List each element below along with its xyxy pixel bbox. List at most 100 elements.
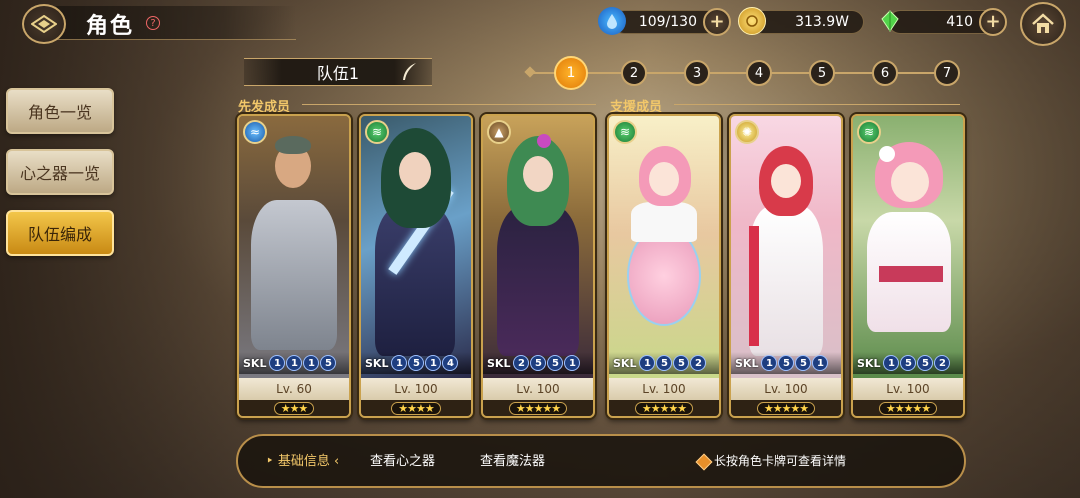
tab-team-1[interactable]: 1	[554, 56, 588, 90]
long-press-tip: 长按角色卡牌可查看详情	[714, 454, 847, 468]
section-divider-support	[674, 104, 960, 105]
section-divider-main	[302, 104, 596, 105]
skill-level: 5	[320, 355, 337, 371]
star-rating: ★★★★★	[508, 401, 568, 415]
level-label: Lv. 100	[609, 378, 719, 400]
skill-levels: SKL 1 5 1 4	[361, 352, 471, 374]
tab-team-5[interactable]: 5	[809, 60, 835, 86]
rarity-bar: ★★★★★	[483, 400, 593, 416]
earth-element-icon: ▲	[487, 120, 511, 144]
skill-level: 1	[303, 355, 320, 371]
skill-level: 1	[883, 355, 900, 371]
star-rating: ★★★★★	[756, 401, 816, 415]
character-card[interactable]: ≈ SKL 1 1 1 5 Lv. 60 ★★★	[237, 114, 351, 418]
light-element-icon: ✺	[735, 120, 759, 144]
skill-level: 2	[690, 355, 707, 371]
star-rating: ★★★	[273, 401, 315, 415]
skill-levels: SKL 1 5 5 1	[731, 352, 841, 374]
level-label: Lv. 100	[853, 378, 963, 400]
character-card[interactable]: ≋ SKL 1 5 5 2 Lv. 100 ★★★★★	[851, 114, 965, 418]
character-art	[853, 116, 963, 378]
sidebar-item-label: 心之器一览	[19, 164, 100, 183]
tab-label: 基础信息	[277, 454, 330, 469]
skill-level: 5	[778, 355, 795, 371]
skill-level: 2	[513, 355, 530, 371]
back-button[interactable]	[22, 4, 66, 44]
character-card[interactable]: ≋ SKL 1 5 5 2 Lv. 100 ★★★★★	[607, 114, 721, 418]
help-icon[interactable]: ?	[146, 16, 160, 30]
character-card[interactable]: ≋ SKL 1 5 1 4 Lv. 100 ★★★★	[359, 114, 473, 418]
skill-level: 5	[408, 355, 425, 371]
tab-team-3[interactable]: 3	[684, 60, 710, 86]
water-drop-icon	[598, 7, 626, 35]
gold-value: 313.9W	[795, 14, 849, 30]
sidebar-item-label: 队伍编成	[27, 225, 92, 244]
skill-levels: SKL 1 1 1 5	[239, 352, 349, 374]
character-card[interactable]: ▲ SKL 2 5 5 1 Lv. 100 ★★★★★	[481, 114, 595, 418]
stamina-value: 109/130	[638, 14, 697, 30]
skill-level: 5	[656, 355, 673, 371]
skill-label: SKL	[487, 356, 511, 370]
skill-level: 1	[812, 355, 829, 371]
quill-edit-icon[interactable]	[400, 62, 418, 82]
level-label: Lv. 100	[483, 378, 593, 400]
character-art	[239, 116, 349, 378]
section-label-main: 先发成员	[238, 100, 291, 115]
skill-label: SKL	[613, 356, 637, 370]
skill-level: 5	[795, 355, 812, 371]
skill-label: SKL	[243, 356, 267, 370]
add-stamina-button[interactable]: +	[703, 8, 731, 36]
back-diamond-icon	[31, 15, 57, 33]
skill-label: SKL	[365, 356, 389, 370]
water-element-icon: ≈	[243, 120, 267, 144]
section-label-support: 支援成员	[610, 100, 663, 115]
skill-label: SKL	[857, 356, 881, 370]
home-button[interactable]	[1020, 2, 1066, 46]
gold-coin-icon	[738, 7, 766, 35]
sidebar-item-character-list[interactable]: 角色一览	[6, 88, 114, 134]
tab-view-heart-vessel[interactable]: 查看心之器	[370, 450, 435, 469]
rarity-bar: ★★★★★	[731, 400, 841, 416]
home-icon	[1032, 13, 1054, 33]
level-label: Lv. 100	[731, 378, 841, 400]
skill-level: 5	[547, 355, 564, 371]
star-rating: ★★★★	[391, 401, 441, 415]
skill-level: 5	[917, 355, 934, 371]
skill-level: 5	[900, 355, 917, 371]
tab-team-4[interactable]: 4	[746, 60, 772, 86]
sidebar-item-heart-vessel-list[interactable]: 心之器一览	[6, 149, 114, 195]
level-label: Lv. 100	[361, 378, 471, 400]
gold-counter: 313.9W	[750, 10, 864, 34]
skill-level: 1	[564, 355, 581, 371]
page-title: 角色	[86, 14, 135, 39]
skill-level: 5	[673, 355, 690, 371]
tab-team-2[interactable]: 2	[621, 60, 647, 86]
skill-level: 1	[391, 355, 408, 371]
tab-team-6[interactable]: 6	[872, 60, 898, 86]
tab-view-magic-device[interactable]: 查看魔法器	[480, 450, 545, 469]
skill-level: 4	[442, 355, 459, 371]
skill-levels: SKL 1 5 5 2	[853, 352, 963, 374]
skill-level: 2	[934, 355, 951, 371]
character-art	[361, 116, 471, 378]
skill-level: 1	[761, 355, 778, 371]
star-rating: ★★★★★	[634, 401, 694, 415]
add-gem-button[interactable]: +	[979, 8, 1007, 36]
team-name: 队伍1	[316, 64, 360, 83]
sidebar-item-team-formation[interactable]: 队伍编成	[6, 210, 114, 256]
skill-level: 5	[530, 355, 547, 371]
skill-levels: SKL 1 5 5 2	[609, 352, 719, 374]
rarity-bar: ★★★	[239, 400, 349, 416]
character-card[interactable]: ✺ SKL 1 5 5 1 Lv. 100 ★★★★★	[729, 114, 843, 418]
level-label: Lv. 60	[239, 378, 349, 400]
wind-element-icon: ≋	[613, 120, 637, 144]
tab-team-7[interactable]: 7	[934, 60, 960, 86]
rarity-bar: ★★★★★	[853, 400, 963, 416]
tab-basic-info[interactable]: ‣ 基础信息 ‹	[266, 450, 339, 469]
skill-level: 1	[425, 355, 442, 371]
skill-level: 1	[639, 355, 656, 371]
wind-element-icon: ≋	[365, 120, 389, 144]
skill-label: SKL	[735, 356, 759, 370]
skill-level: 1	[286, 355, 303, 371]
character-art	[609, 116, 719, 378]
